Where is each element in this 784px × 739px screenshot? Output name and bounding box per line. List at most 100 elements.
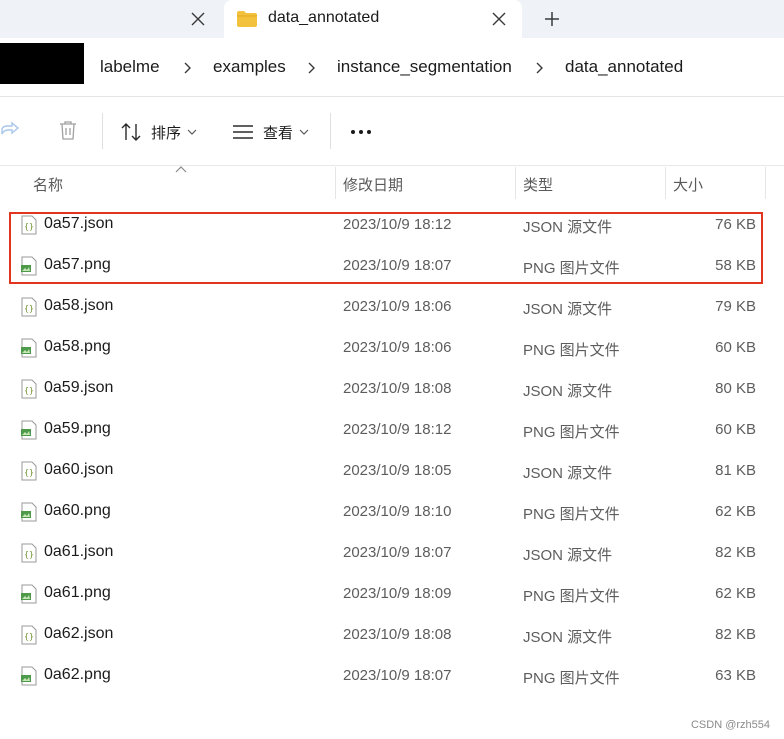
breadcrumb-data-annotated[interactable]: data_annotated <box>565 57 683 77</box>
chevron-down-icon <box>299 129 309 135</box>
chevron-down-icon <box>187 129 197 135</box>
share-icon[interactable] <box>0 120 20 140</box>
sort-button[interactable]: 排序 <box>120 121 197 143</box>
tab-previous[interactable] <box>0 0 222 38</box>
column-divider[interactable] <box>765 167 766 199</box>
file-row[interactable]: 0a62.png 2023/10/9 18:07 PNG 图片文件 63 KB <box>0 655 784 696</box>
file-size: 80 KB <box>715 380 756 397</box>
file-name: 0a59.png <box>44 420 111 437</box>
file-row[interactable]: {} 0a62.json 2023/10/9 18:08 JSON 源文件 82… <box>0 614 784 655</box>
file-date-modified: 2023/10/9 18:07 <box>343 667 452 684</box>
file-date-modified: 2023/10/9 18:12 <box>343 421 452 438</box>
file-type: JSON 源文件 <box>523 301 613 318</box>
file-name: 0a60.png <box>44 502 111 519</box>
png-file-icon <box>20 584 38 604</box>
close-tab-icon[interactable] <box>187 8 209 30</box>
column-divider[interactable] <box>515 167 516 199</box>
address-bar[interactable]: labelme examples instance_segmentation d… <box>0 38 784 97</box>
file-size: 62 KB <box>715 585 756 602</box>
file-name: 0a58.json <box>44 297 114 314</box>
file-type: PNG 图片文件 <box>523 588 620 605</box>
png-file-icon <box>20 666 38 686</box>
file-name: 0a58.png <box>44 338 111 355</box>
svg-text:{}: {} <box>24 632 34 641</box>
file-size: 81 KB <box>715 462 756 479</box>
file-type: JSON 源文件 <box>523 465 613 482</box>
column-header-row: 名称 修改日期 类型 大小 <box>0 165 784 201</box>
file-type: JSON 源文件 <box>523 629 613 646</box>
file-size: 60 KB <box>715 339 756 356</box>
tab-title: data_annotated <box>268 9 380 26</box>
file-size: 63 KB <box>715 667 756 684</box>
file-type: JSON 源文件 <box>523 383 613 400</box>
highlight-box <box>9 212 763 284</box>
redacted-area <box>0 43 84 84</box>
json-file-icon: {} <box>20 379 38 399</box>
chevron-right-icon[interactable] <box>306 61 316 75</box>
file-name: 0a61.png <box>44 584 111 601</box>
file-row[interactable]: {} 0a58.json 2023/10/9 18:06 JSON 源文件 79… <box>0 286 784 327</box>
tab-bar: data_annotated <box>0 0 784 38</box>
file-type: PNG 图片文件 <box>523 424 620 441</box>
more-options-icon[interactable] <box>348 121 376 143</box>
new-tab-icon[interactable] <box>540 7 564 31</box>
list-view-icon <box>233 125 253 139</box>
file-date-modified: 2023/10/9 18:09 <box>343 585 452 602</box>
file-size: 79 KB <box>715 298 756 315</box>
delete-icon[interactable] <box>57 119 79 141</box>
file-name: 0a61.json <box>44 543 114 560</box>
chevron-right-icon[interactable] <box>534 61 544 75</box>
file-size: 62 KB <box>715 503 756 520</box>
svg-text:{}: {} <box>24 468 34 477</box>
column-size[interactable]: 大小 <box>673 174 703 195</box>
view-label: 查看 <box>263 124 294 142</box>
file-row[interactable]: {} 0a60.json 2023/10/9 18:05 JSON 源文件 81… <box>0 450 784 491</box>
file-row[interactable]: 0a58.png 2023/10/9 18:06 PNG 图片文件 60 KB <box>0 327 784 368</box>
json-file-icon: {} <box>20 297 38 317</box>
file-type: PNG 图片文件 <box>523 342 620 359</box>
column-divider[interactable] <box>665 167 666 199</box>
close-tab-icon[interactable] <box>488 8 510 30</box>
svg-text:{}: {} <box>24 550 34 559</box>
column-type[interactable]: 类型 <box>523 174 553 195</box>
file-type: PNG 图片文件 <box>523 506 620 523</box>
sort-icon <box>121 123 141 141</box>
breadcrumb-labelme[interactable]: labelme <box>100 57 160 77</box>
view-button[interactable]: 查看 <box>232 121 309 143</box>
file-date-modified: 2023/10/9 18:06 <box>343 339 452 356</box>
sort-ascending-icon <box>175 166 187 173</box>
svg-text:{}: {} <box>24 304 34 313</box>
tab-data-annotated[interactable]: data_annotated <box>224 0 522 38</box>
png-file-icon <box>20 338 38 358</box>
toolbar-divider <box>330 113 331 149</box>
toolbar-divider <box>102 113 103 149</box>
svg-text:{}: {} <box>24 386 34 395</box>
column-name[interactable]: 名称 <box>33 174 63 195</box>
file-size: 82 KB <box>715 544 756 561</box>
column-divider[interactable] <box>335 167 336 199</box>
file-date-modified: 2023/10/9 18:06 <box>343 298 452 315</box>
column-date-modified[interactable]: 修改日期 <box>343 174 403 195</box>
file-size: 82 KB <box>715 626 756 643</box>
file-date-modified: 2023/10/9 18:07 <box>343 544 452 561</box>
file-size: 60 KB <box>715 421 756 438</box>
command-bar: 排序 查看 <box>0 97 784 166</box>
breadcrumb-instance-segmentation[interactable]: instance_segmentation <box>337 57 512 77</box>
file-date-modified: 2023/10/9 18:05 <box>343 462 452 479</box>
file-date-modified: 2023/10/9 18:10 <box>343 503 452 520</box>
file-row[interactable]: 0a59.png 2023/10/9 18:12 PNG 图片文件 60 KB <box>0 409 784 450</box>
file-name: 0a60.json <box>44 461 114 478</box>
json-file-icon: {} <box>20 625 38 645</box>
png-file-icon <box>20 502 38 522</box>
file-row[interactable]: {} 0a61.json 2023/10/9 18:07 JSON 源文件 82… <box>0 532 784 573</box>
json-file-icon: {} <box>20 543 38 563</box>
file-row[interactable]: 0a60.png 2023/10/9 18:10 PNG 图片文件 62 KB <box>0 491 784 532</box>
chevron-right-icon[interactable] <box>182 61 192 75</box>
file-row[interactable]: 0a61.png 2023/10/9 18:09 PNG 图片文件 62 KB <box>0 573 784 614</box>
file-row[interactable]: {} 0a59.json 2023/10/9 18:08 JSON 源文件 80… <box>0 368 784 409</box>
json-file-icon: {} <box>20 461 38 481</box>
breadcrumb-examples[interactable]: examples <box>213 57 286 77</box>
folder-icon <box>237 11 257 27</box>
file-type: PNG 图片文件 <box>523 670 620 687</box>
file-name: 0a59.json <box>44 379 114 396</box>
